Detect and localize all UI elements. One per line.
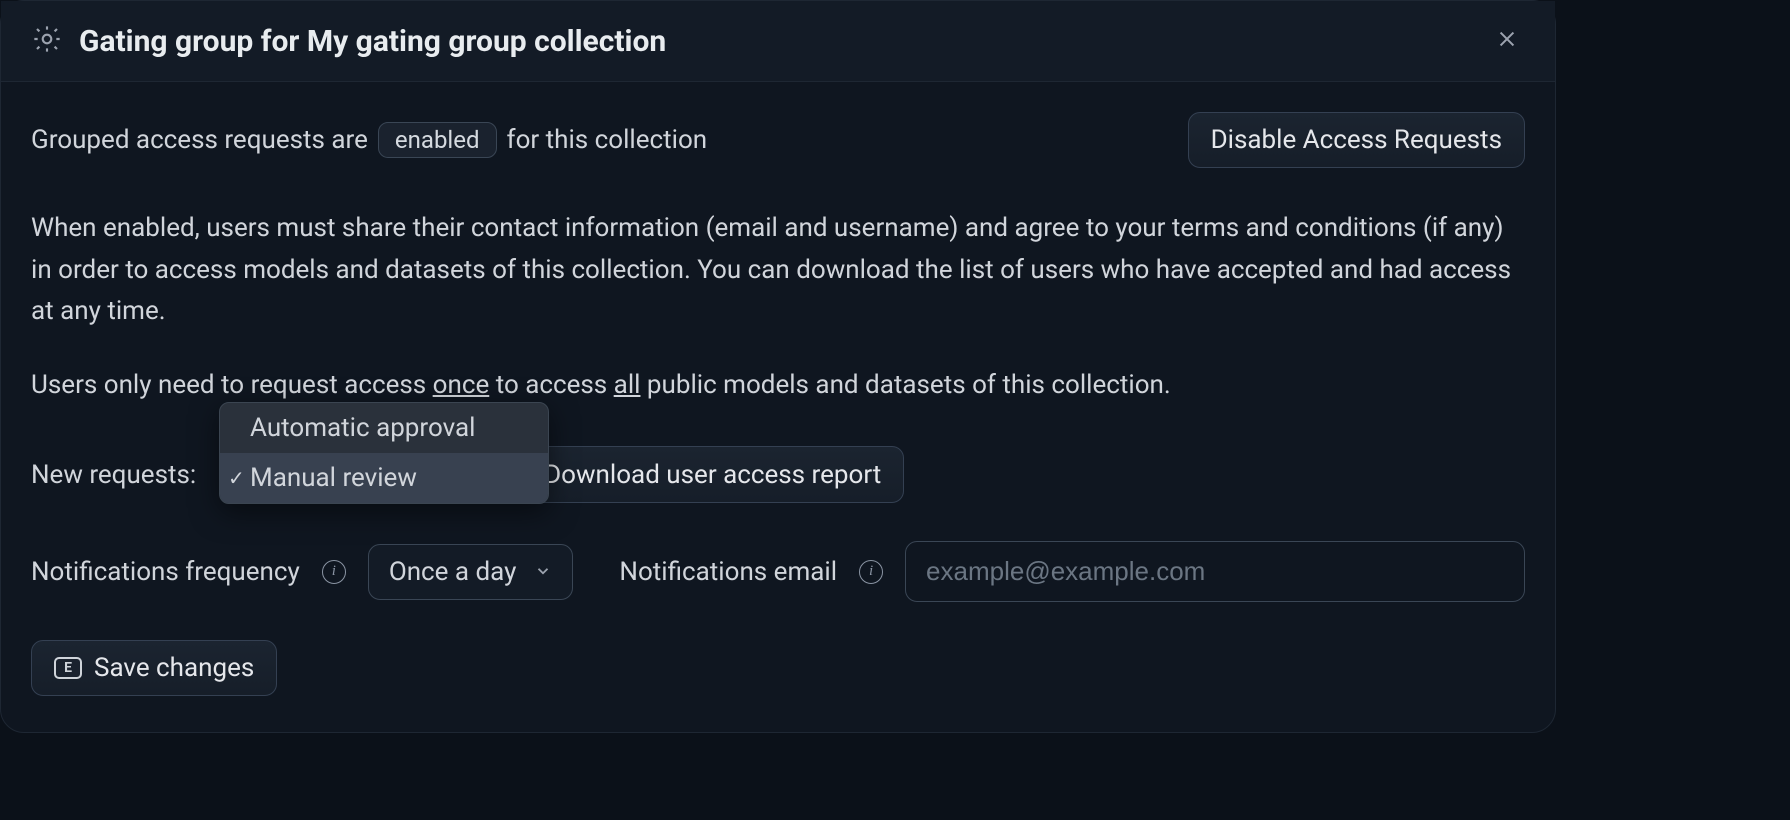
- desc2-once: once: [433, 370, 490, 400]
- option-label: Automatic approval: [250, 413, 475, 443]
- desc2-p1: Users only need to request access: [31, 370, 433, 400]
- keyboard-key-icon: E: [54, 657, 82, 679]
- disable-button-label: Disable Access Requests: [1211, 125, 1502, 155]
- download-button-label: Download user access report: [544, 460, 881, 490]
- chevron-down-icon: [534, 557, 552, 587]
- modal-header: Gating group for My gating group collect…: [1, 1, 1555, 82]
- status-row: Grouped access requests are enabled for …: [31, 112, 1525, 168]
- save-changes-button[interactable]: E Save changes: [31, 640, 277, 696]
- info-icon[interactable]: i: [859, 560, 883, 584]
- description-text: When enabled, users must share their con…: [31, 208, 1525, 333]
- status-suffix: for this collection: [507, 125, 708, 155]
- modal-body: Grouped access requests are enabled for …: [1, 82, 1555, 732]
- new-requests-label: New requests:: [31, 460, 196, 490]
- desc2-all: all: [614, 370, 641, 400]
- status-text: Grouped access requests are enabled for …: [31, 122, 707, 158]
- close-icon: [1496, 28, 1518, 54]
- check-icon: ✓: [228, 466, 245, 490]
- info-icon[interactable]: i: [322, 560, 346, 584]
- desc2-p3: public models and datasets of this colle…: [640, 370, 1170, 400]
- notifications-email-input[interactable]: [905, 541, 1525, 602]
- notifications-frequency-select[interactable]: Once a day: [368, 544, 574, 600]
- settings-icon: [31, 23, 63, 59]
- status-prefix: Grouped access requests are: [31, 125, 368, 155]
- modal-title: Gating group for My gating group collect…: [79, 24, 666, 59]
- description-2: Users only need to request access once t…: [31, 365, 1525, 407]
- notifications-frequency-label: Notifications frequency: [31, 557, 300, 587]
- notifications-email-label: Notifications email: [619, 557, 837, 587]
- dropdown-option-manual-review[interactable]: ✓ Manual review: [220, 453, 548, 503]
- save-button-label: Save changes: [94, 653, 254, 683]
- header-left: Gating group for My gating group collect…: [31, 23, 666, 59]
- new-requests-dropdown: Automatic approval ✓ Manual review: [219, 402, 549, 504]
- gating-group-modal: Gating group for My gating group collect…: [0, 0, 1556, 733]
- new-requests-row: New requests: Manual review Automatic ap…: [31, 446, 1525, 503]
- frequency-value: Once a day: [389, 557, 517, 587]
- save-row: E Save changes: [31, 640, 1525, 696]
- close-button[interactable]: [1489, 23, 1525, 59]
- dropdown-option-automatic-approval[interactable]: Automatic approval: [220, 403, 548, 453]
- notifications-row: Notifications frequency i Once a day Not…: [31, 541, 1525, 602]
- enabled-pill: enabled: [378, 122, 497, 158]
- disable-access-requests-button[interactable]: Disable Access Requests: [1188, 112, 1525, 168]
- option-label: Manual review: [250, 463, 417, 493]
- desc2-p2: to access: [489, 370, 613, 400]
